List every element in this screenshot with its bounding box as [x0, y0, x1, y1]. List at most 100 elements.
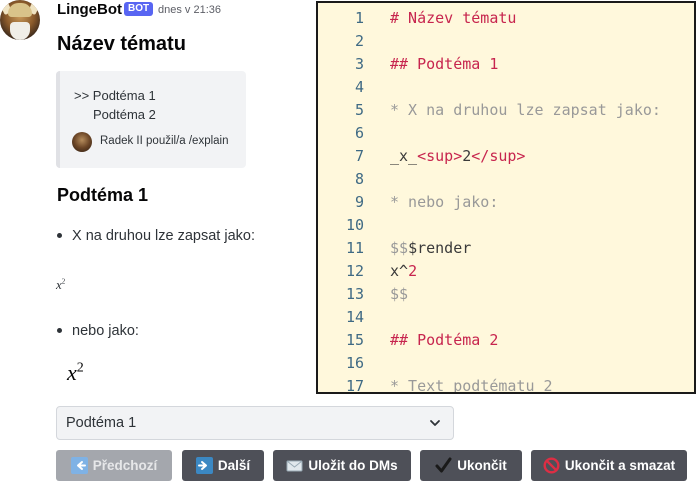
outline-item-current: >> Podtéma 1: [74, 88, 156, 103]
code-token: </sup>: [471, 147, 526, 165]
previous-button[interactable]: Předchozí: [56, 450, 172, 481]
code-line: 17 * Text podtématu 2: [318, 375, 694, 394]
code-line: 16: [318, 352, 694, 375]
code-line: 11 $$$render: [318, 237, 694, 260]
code-line: 13 $$: [318, 283, 694, 306]
code-line: 3 ## Podtéma 1: [318, 53, 694, 76]
end-button[interactable]: Ukončit: [420, 450, 522, 481]
subtopic-heading: Podtéma 1: [57, 185, 149, 205]
code-token: * nebo jako:: [390, 193, 499, 211]
code-text: x^2: [390, 260, 417, 283]
check-mark-icon: [435, 457, 452, 473]
code-line: 14: [318, 306, 694, 329]
select-value: Podtéma 1: [66, 415, 137, 431]
list-item: X na druhou lze zapsat jako:: [57, 228, 255, 244]
line-number: 8: [354, 170, 364, 188]
code-token: 2: [462, 147, 472, 165]
code-line: 10: [318, 214, 694, 237]
chevron-down-icon: [430, 420, 440, 426]
end-and-delete-button[interactable]: Ukončit a smazat: [531, 450, 687, 481]
user-avatar[interactable]: [72, 132, 92, 152]
next-button-label: Další: [217, 458, 251, 473]
line-number: 5: [354, 101, 364, 119]
code-line: 1 # Název tématu: [318, 7, 694, 30]
next-button[interactable]: Další: [182, 450, 264, 481]
code-line: 8: [318, 168, 694, 191]
code-token: ## Podtéma 1: [390, 55, 499, 73]
code-token: _x_: [390, 147, 418, 165]
bot-avatar[interactable]: [0, 0, 40, 40]
code-token: # Název tématu: [390, 9, 517, 27]
code-token: ## Podtéma 2: [390, 331, 499, 349]
code-text: * X na druhou lze zapsat jako:: [390, 99, 661, 122]
code-text: ## Podtéma 2: [390, 329, 498, 352]
line-number: 16: [345, 354, 364, 372]
code-token: * Text podtématu 2: [390, 377, 553, 394]
avatar-beard: [10, 22, 30, 40]
bullet-icon: [57, 327, 62, 333]
code-token: <sup>: [417, 147, 463, 165]
line-number: 14: [345, 308, 364, 326]
list-item: nebo jako:: [57, 323, 139, 339]
right-arrow-icon: [195, 457, 213, 474]
line-number: 17: [345, 377, 364, 394]
code-token: $$: [390, 285, 409, 303]
envelope-icon: [286, 460, 303, 472]
author-name[interactable]: LingeBot: [57, 1, 122, 18]
line-number: 1: [354, 9, 364, 27]
prohibited-icon: [543, 457, 560, 474]
message-timestamp: dnes v 21:36: [158, 4, 221, 16]
topic-outline: >> Podtéma 1 Podtéma 2 Radek II použil/a…: [56, 71, 246, 168]
line-number: 10: [345, 216, 364, 234]
line-number: 2: [354, 32, 364, 50]
line-number: 12: [345, 262, 364, 280]
code-line: 4: [318, 76, 694, 99]
save-to-dm-button-label: Uložit do DMs: [308, 458, 398, 473]
code-text: * nebo jako:: [390, 191, 498, 214]
code-line: 12 x^2: [318, 260, 694, 283]
code-line: 2: [318, 30, 694, 53]
code-text: $$: [390, 283, 408, 306]
line-number: 9: [354, 193, 364, 211]
code-token: 2: [408, 262, 418, 280]
bot-badge: BOT: [124, 2, 154, 16]
line-number: 11: [345, 239, 364, 257]
left-arrow-icon: [70, 457, 88, 474]
outline-item: Podtéma 2: [93, 107, 156, 122]
end-button-label: Ukončit: [457, 458, 507, 473]
line-number: 6: [354, 124, 364, 142]
code-line: 15 ## Podtéma 2: [318, 329, 694, 352]
subtopic-select[interactable]: Podtéma 1: [56, 406, 454, 440]
list-item-text: X na druhou lze zapsat jako:: [72, 228, 255, 244]
previous-button-label: Předchozí: [92, 458, 158, 473]
inline-formula: x2: [56, 277, 65, 293]
code-token: * X na druhou lze zapsat jako:: [390, 101, 661, 119]
bullet-icon: [57, 232, 62, 238]
list-item-text: nebo jako:: [72, 323, 139, 339]
code-line: 9 * nebo jako:: [318, 191, 694, 214]
code-text: # Název tématu: [390, 7, 516, 30]
command-usage-text: Radek II použil/a /explain: [100, 135, 229, 147]
end-and-delete-button-label: Ukončit a smazat: [564, 458, 676, 473]
rendered-formula: x2: [67, 360, 84, 386]
formula-base: x: [67, 360, 77, 385]
code-line: 7 _x_<sup>2</sup>: [318, 145, 694, 168]
line-number: 7: [354, 147, 364, 165]
line-number: 3: [354, 55, 364, 73]
formula-exponent: 2: [76, 360, 84, 376]
source-code-panel: 1 # Název tématu 2 3 ## Podtéma 1 4 5 * X na dr…: [316, 1, 696, 394]
line-number: 4: [354, 78, 364, 96]
line-number: 13: [345, 285, 364, 303]
code-text: ## Podtéma 1: [390, 53, 498, 76]
line-number: 15: [345, 331, 364, 349]
avatar-helmet: [8, 3, 32, 17]
code-line: 6: [318, 122, 694, 145]
code-token: x^: [390, 262, 409, 280]
code-text: * Text podtématu 2: [390, 375, 553, 394]
code-token: $render: [408, 239, 472, 257]
code-text: $$$render: [390, 237, 471, 260]
save-to-dm-button[interactable]: Uložit do DMs: [273, 450, 411, 481]
quote-bar: [56, 71, 60, 168]
code-token: $$: [390, 239, 409, 257]
page-title: Název tématu: [57, 33, 186, 55]
